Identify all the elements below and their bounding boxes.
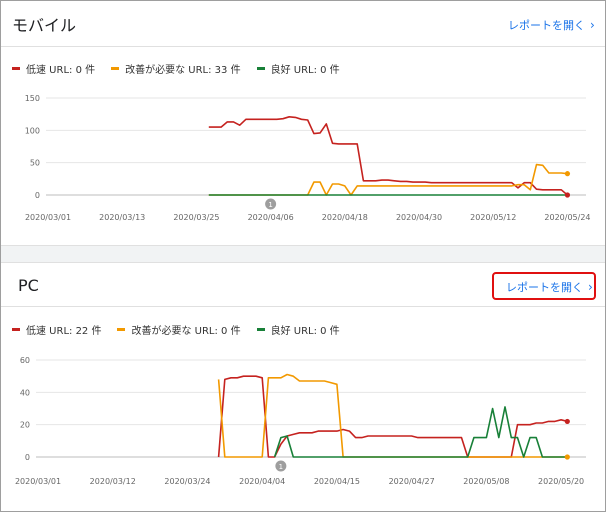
mobile-chart: 0 50 100 150 2020/03/01 2020/03/13 2020/03/25 2… bbox=[25, 94, 591, 222]
pc-x-tick-5: 2020/04/27 bbox=[389, 477, 435, 486]
pc-annotation-label: 1 bbox=[279, 463, 283, 471]
mobile-open-report-link[interactable]: レポートを開く › bbox=[508, 17, 595, 33]
pc-y-tick-3: 60 bbox=[20, 356, 30, 365]
pc-chart: 0 20 40 60 2020/03/01 2020/03/12 2020/03/24 202… bbox=[15, 356, 586, 486]
mobile-legend-slow-swatch bbox=[12, 67, 20, 70]
pc-x-tick-1: 2020/03/12 bbox=[90, 477, 136, 486]
mobile-series-end-dot-1 bbox=[564, 171, 571, 177]
mobile-legend-good[interactable]: 良好 URL: 0 件 bbox=[256, 61, 340, 76]
mobile-x-tick-0: 2020/03/01 bbox=[25, 213, 71, 222]
mobile-y-tick-3: 150 bbox=[25, 94, 40, 103]
pc-y-tick-1: 20 bbox=[20, 421, 30, 430]
pc-series-line-2 bbox=[273, 406, 568, 458]
mobile-x-tick-6: 2020/05/12 bbox=[470, 213, 516, 222]
pc-legend-needs-improvement-swatch bbox=[117, 328, 126, 331]
mobile-x-tick-7: 2020/05/24 bbox=[544, 213, 590, 222]
pc-x-tick-2: 2020/03/24 bbox=[164, 477, 210, 486]
pc-legend-needs-improvement-label: 改善が必要な URL: 0 件 bbox=[131, 326, 241, 337]
pc-series-line-0 bbox=[217, 375, 568, 458]
mobile-panel-title: モバイル bbox=[12, 16, 77, 35]
pc-series-end-dot-1 bbox=[564, 454, 570, 460]
panel-separator bbox=[1, 246, 605, 262]
mobile-header-divider bbox=[1, 46, 605, 47]
mobile-legend: 低速 URL: 0 件 改善が必要な URL: 33 件 良好 URL: 0 件 bbox=[12, 61, 340, 76]
pc-legend-slow-label: 低速 URL: 22 件 bbox=[26, 326, 102, 337]
pc-y-tick-0: 0 bbox=[25, 453, 30, 462]
pc-legend-slow-swatch bbox=[12, 328, 20, 331]
chevron-right-icon: › bbox=[590, 18, 595, 32]
mobile-open-report-label: レポートを開く bbox=[508, 19, 585, 32]
pc-header-divider bbox=[1, 306, 605, 307]
mobile-y-tick-1: 50 bbox=[30, 159, 40, 168]
highlight-box bbox=[492, 272, 596, 300]
pc-x-tick-4: 2020/04/15 bbox=[314, 477, 360, 486]
mobile-x-tick-5: 2020/04/30 bbox=[396, 213, 442, 222]
pc-legend-good[interactable]: 良好 URL: 0 件 bbox=[256, 322, 340, 337]
mobile-y-tick-2: 100 bbox=[25, 126, 40, 135]
mobile-annotation-label: 1 bbox=[268, 201, 272, 209]
pc-x-tick-7: 2020/05/20 bbox=[538, 477, 584, 486]
pc-legend-needs-improvement[interactable]: 改善が必要な URL: 0 件 bbox=[117, 322, 241, 337]
pc-series-end-dot-0 bbox=[564, 418, 570, 425]
pc-panel-top-border bbox=[1, 262, 605, 263]
pc-x-tick-3: 2020/04/04 bbox=[239, 477, 285, 486]
mobile-legend-needs-improvement-label: 改善が必要な URL: 33 件 bbox=[125, 65, 241, 76]
mobile-legend-needs-improvement[interactable]: 改善が必要な URL: 33 件 bbox=[111, 61, 241, 76]
mobile-legend-good-swatch bbox=[256, 67, 265, 70]
mobile-series-line-0 bbox=[208, 116, 568, 196]
pc-series-line-1 bbox=[217, 373, 568, 458]
pc-x-tick-6: 2020/05/08 bbox=[463, 477, 509, 486]
mobile-legend-good-label: 良好 URL: 0 件 bbox=[270, 65, 340, 76]
mobile-x-tick-1: 2020/03/13 bbox=[99, 213, 145, 222]
mobile-x-tick-3: 2020/04/06 bbox=[248, 213, 294, 222]
pc-panel-title: PC bbox=[18, 276, 39, 295]
mobile-x-tick-2: 2020/03/25 bbox=[173, 213, 219, 222]
mobile-panel-bottom-border bbox=[1, 245, 605, 246]
mobile-x-tick-4: 2020/04/18 bbox=[322, 213, 368, 222]
mobile-legend-slow[interactable]: 低速 URL: 0 件 bbox=[12, 61, 95, 76]
pc-legend-good-label: 良好 URL: 0 件 bbox=[270, 326, 340, 337]
mobile-series-end-dot-0 bbox=[564, 192, 571, 198]
pc-y-tick-2: 40 bbox=[20, 388, 30, 397]
mobile-legend-slow-label: 低速 URL: 0 件 bbox=[26, 65, 96, 76]
mobile-y-tick-0: 0 bbox=[35, 191, 40, 200]
pc-legend-good-swatch bbox=[256, 328, 265, 331]
pc-legend-slow[interactable]: 低速 URL: 22 件 bbox=[12, 322, 101, 337]
pc-x-tick-0: 2020/03/01 bbox=[15, 477, 61, 486]
mobile-legend-needs-improvement-swatch bbox=[111, 67, 120, 70]
pc-legend: 低速 URL: 22 件 改善が必要な URL: 0 件 良好 URL: 0 件 bbox=[12, 322, 340, 337]
